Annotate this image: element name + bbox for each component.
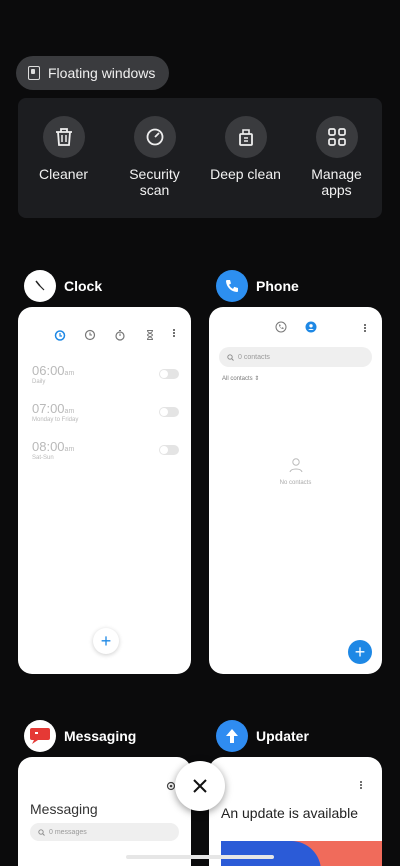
deep-clean-icon [224, 116, 267, 158]
plus-icon: + [354, 641, 366, 662]
phone-icon [216, 270, 248, 302]
grid-apps-icon [315, 116, 358, 158]
search-icon [38, 828, 45, 836]
manage-apps-button[interactable]: Manage apps [297, 116, 377, 218]
alarm-ampm: am [64, 446, 75, 453]
clock-app-title: Clock [64, 278, 103, 294]
alarm-toggle[interactable] [159, 369, 179, 379]
messaging-app-header[interactable]: Messaging [24, 720, 136, 752]
alarm-ampm: am [64, 408, 75, 415]
messages-search-placeholder: 0 messages [49, 828, 87, 836]
alarm-toggle[interactable] [159, 407, 179, 417]
alarm-repeat: Daily [32, 379, 46, 385]
deep-clean-button[interactable]: Deep clean [206, 116, 286, 218]
call-log-tab-icon[interactable] [275, 321, 287, 333]
quick-tools-panel: Cleaner Security scan Deep clean Manage … [18, 98, 382, 218]
update-banner-image [221, 841, 382, 866]
alarm-toggle[interactable] [159, 445, 179, 455]
updater-app-card[interactable]: An update is available [209, 757, 382, 866]
messaging-app-title: Messaging [64, 728, 137, 744]
add-alarm-button[interactable]: + [93, 628, 119, 654]
home-indicator[interactable] [126, 855, 274, 859]
security-scan-icon [133, 116, 176, 158]
clock-app-header[interactable]: Clock [24, 270, 102, 302]
contacts-search-placeholder: 0 contacts [238, 353, 270, 361]
alarm-item[interactable]: 08:00am Sat-Sun [32, 439, 179, 461]
close-icon [193, 779, 207, 793]
search-icon [227, 353, 234, 361]
timer-tab-icon[interactable] [144, 329, 156, 341]
plus-icon: + [100, 630, 112, 651]
world-clock-tab-icon[interactable] [84, 329, 96, 341]
update-heading: An update is available [221, 805, 358, 821]
tool-label: Manage apps [311, 166, 362, 198]
floating-windows-label: Floating windows [48, 65, 156, 81]
contacts-search-input[interactable]: 0 contacts [219, 347, 372, 367]
alarm-item[interactable]: 07:00am Monday to Friday [32, 401, 179, 423]
trash-icon [42, 116, 85, 158]
tool-label: Security scan [129, 166, 180, 198]
alarm-repeat: Monday to Friday [32, 417, 79, 423]
updater-icon [216, 720, 248, 752]
person-icon [289, 458, 302, 473]
contacts-filter-label: All contacts [222, 376, 253, 382]
clock-app-card[interactable]: 06:00am Daily 07:00am Monday to Friday 0… [18, 307, 191, 674]
updater-app-title: Updater [256, 728, 309, 744]
alarm-time: 06:00 [32, 363, 65, 378]
phone-tabs [209, 307, 382, 347]
clock-icon [24, 270, 56, 302]
alarm-tab-icon[interactable] [54, 329, 66, 341]
sort-icon: ⇕ [254, 376, 260, 382]
clock-tabs [18, 307, 191, 363]
stopwatch-tab-icon[interactable] [114, 329, 126, 341]
close-all-button[interactable] [175, 761, 225, 811]
security-scan-button[interactable]: Security scan [115, 116, 195, 218]
empty-contacts-text: No contacts [279, 480, 312, 486]
phone-app-header[interactable]: Phone [216, 270, 299, 302]
messages-search-input[interactable]: 0 messages [30, 823, 179, 841]
alarm-item[interactable]: 06:00am Daily [32, 363, 179, 385]
add-contact-button[interactable]: + [348, 640, 372, 664]
contacts-tab-icon[interactable] [305, 321, 317, 333]
updater-app-header[interactable]: Updater [216, 720, 309, 752]
phone-app-card[interactable]: 0 contacts All contacts ⇕ No contacts + [209, 307, 382, 674]
alarm-time: 07:00 [32, 401, 65, 416]
phone-app-title: Phone [256, 278, 299, 294]
alarm-repeat: Sat-Sun [32, 455, 54, 461]
floating-windows-button[interactable]: Floating windows [16, 56, 170, 90]
messaging-app-card[interactable]: Messaging 0 messages [18, 757, 191, 866]
messaging-icon [24, 720, 56, 752]
messaging-heading: Messaging [30, 801, 98, 817]
tool-label: Cleaner [38, 166, 89, 182]
tool-label: Deep clean [210, 166, 281, 182]
cleaner-button[interactable]: Cleaner [24, 116, 104, 218]
empty-contacts: No contacts [209, 457, 382, 486]
contacts-filter[interactable]: All contacts ⇕ [222, 375, 382, 382]
floating-window-icon [28, 66, 40, 80]
alarm-ampm: am [64, 370, 75, 377]
alarm-time: 08:00 [32, 439, 65, 454]
